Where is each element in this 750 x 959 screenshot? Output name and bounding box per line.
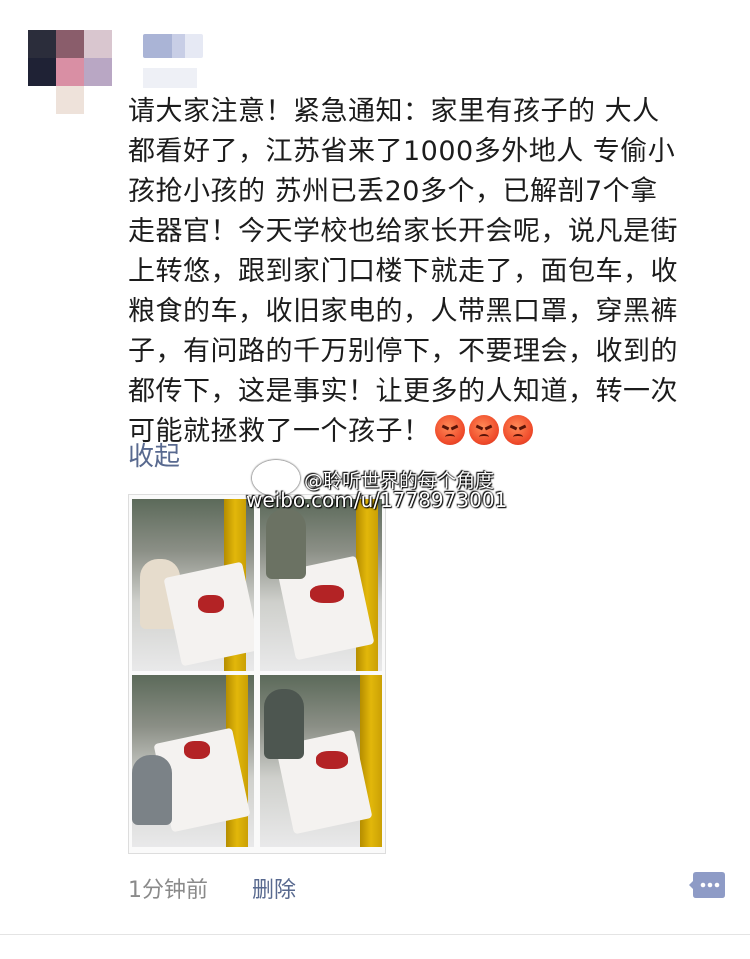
post-text: 请大家注意！紧急通知：家里有孩子的 大人 都看好了，江苏省来了1000多外地人 … (128, 92, 728, 452)
angry-face-icon (468, 415, 499, 445)
post-photo[interactable] (132, 675, 254, 847)
post-photo[interactable] (132, 499, 254, 671)
comment-icon[interactable] (688, 870, 726, 902)
angry-face-icon (502, 415, 533, 445)
post-body: 请大家注意！紧急通知：家里有孩子的 大人 都看好了，江苏省来了1000多外地人 … (128, 96, 678, 447)
watermark-url: weibo.com/u/1778973001 (246, 488, 508, 512)
username-blurred[interactable] (143, 34, 203, 58)
username-blurred-secondary (143, 68, 197, 88)
divider (0, 934, 750, 935)
avatar[interactable] (28, 30, 112, 114)
collapse-link[interactable]: 收起 (128, 436, 180, 473)
watermark: @聆听世界的每个角度 weibo.com/u/1778973001 (246, 460, 552, 516)
delete-link[interactable]: 删除 (252, 872, 296, 904)
post-time: 1分钟前 (128, 878, 208, 903)
image-grid (128, 494, 386, 854)
post-photo[interactable] (260, 499, 382, 671)
angry-face-icon (434, 415, 465, 445)
post-photo[interactable] (260, 675, 382, 847)
